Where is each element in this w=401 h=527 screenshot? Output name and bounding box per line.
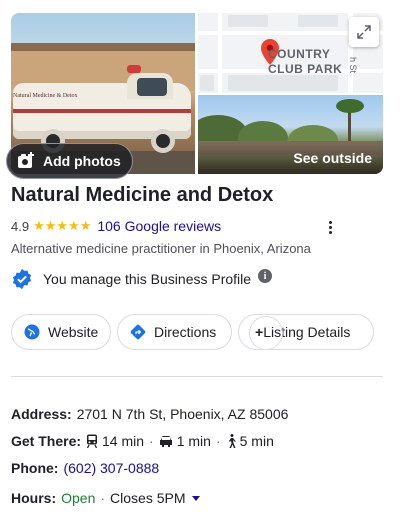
- walk-icon: [228, 434, 236, 448]
- photo-gallery: Natural Medicine & Detox COUNTRY CLUB PA…: [6, 13, 383, 179]
- rating-stars-icon: ★★★★★: [33, 218, 92, 233]
- verified-badge-icon: [12, 268, 32, 290]
- photo-van-light: [127, 65, 141, 73]
- section-divider: [11, 376, 383, 377]
- phone-label: Phone:: [11, 460, 59, 476]
- directions-label: Directions: [154, 324, 217, 340]
- add-photos-button[interactable]: Add photos: [6, 143, 133, 179]
- map-block: [228, 75, 338, 91]
- website-button[interactable]: Website: [11, 314, 111, 350]
- hours-dropdown-icon[interactable]: [191, 495, 200, 501]
- photo-van-window: [137, 78, 167, 96]
- address-value: 2701 N 7th St, Phoenix, AZ 85006: [76, 406, 289, 422]
- separator: ·: [100, 490, 106, 506]
- map-label-line-1: COUNTRY: [268, 47, 331, 61]
- hours-label: Hours:: [11, 490, 57, 506]
- street-view-photo[interactable]: See outside: [198, 95, 383, 174]
- manage-profile-text: You manage this Business Profile: [43, 271, 252, 287]
- directions-button[interactable]: Directions: [117, 314, 232, 350]
- expand-icon: [357, 25, 371, 39]
- transit-option[interactable]: 14 min: [86, 433, 144, 449]
- map-thumbnail[interactable]: COUNTRY CLUB PARK h St: [198, 13, 383, 93]
- add-photo-icon: [18, 152, 34, 168]
- drive-time: 1 min: [176, 433, 211, 449]
- add-photos-label: Add photos: [43, 153, 121, 169]
- listing-details-button[interactable]: + Listing Details: [238, 314, 374, 350]
- address-row: Address: 2701 N 7th St, Phoenix, AZ 8500…: [11, 406, 288, 422]
- business-name: Natural Medicine and Detox: [11, 184, 274, 206]
- separator: ·: [149, 433, 154, 449]
- car-icon: [159, 436, 172, 447]
- more-dot: [328, 230, 332, 234]
- map-block: [298, 15, 338, 27]
- hours-row: Hours: Open · Closes 5PM: [11, 490, 200, 506]
- phone-link[interactable]: (602) 307-0888: [63, 460, 159, 476]
- business-category: Alternative medicine practitioner in Pho…: [11, 241, 311, 256]
- rating-value: 4.9: [11, 218, 30, 234]
- get-there-label: Get There:: [11, 433, 82, 449]
- website-label: Website: [48, 324, 99, 340]
- transit-time: 14 min: [102, 433, 145, 449]
- get-there-row: Get There: 14 min · 1 min · 5 min: [11, 433, 274, 449]
- map-block: [228, 15, 268, 27]
- rating-row: 4.9 ★★★★★ 106 Google reviews: [11, 217, 221, 235]
- map-neighborhood-label: COUNTRY CLUB PARK: [268, 47, 342, 77]
- expand-map-button[interactable]: [349, 17, 379, 47]
- more-options-icon[interactable]: [322, 217, 338, 237]
- manage-profile-row: You manage this Business Profile: [11, 268, 251, 290]
- map-label-line-2: CLUB PARK: [268, 62, 343, 76]
- hours-closes[interactable]: Closes 5PM: [110, 490, 185, 506]
- transit-icon: [86, 434, 98, 448]
- globe-icon: [24, 324, 40, 340]
- address-label: Address:: [11, 406, 72, 422]
- walk-time: 5 min: [239, 433, 274, 449]
- drive-option[interactable]: 1 min: [159, 433, 211, 449]
- info-icon[interactable]: i: [258, 269, 272, 283]
- photo-wheel-front: [151, 129, 175, 153]
- van-lettering: Natural Medicine & Detox: [13, 93, 78, 99]
- plus-circle-icon: [249, 316, 283, 350]
- more-dot: [328, 225, 332, 229]
- map-block: [200, 75, 214, 91]
- directions-icon: [130, 324, 146, 340]
- phone-row: Phone: (602) 307-0888: [11, 460, 159, 476]
- walk-option[interactable]: 5 min: [226, 433, 274, 449]
- map-road: [218, 13, 222, 93]
- map-street-label: h St: [348, 57, 358, 74]
- separator: ·: [215, 433, 221, 449]
- see-outside-label: See outside: [293, 150, 372, 166]
- hours-status: Open: [61, 490, 96, 506]
- photo-van-stripe: [13, 109, 191, 113]
- more-dot: [328, 220, 332, 224]
- reviews-link[interactable]: 106 Google reviews: [97, 218, 221, 234]
- palm-crown: [336, 99, 364, 113]
